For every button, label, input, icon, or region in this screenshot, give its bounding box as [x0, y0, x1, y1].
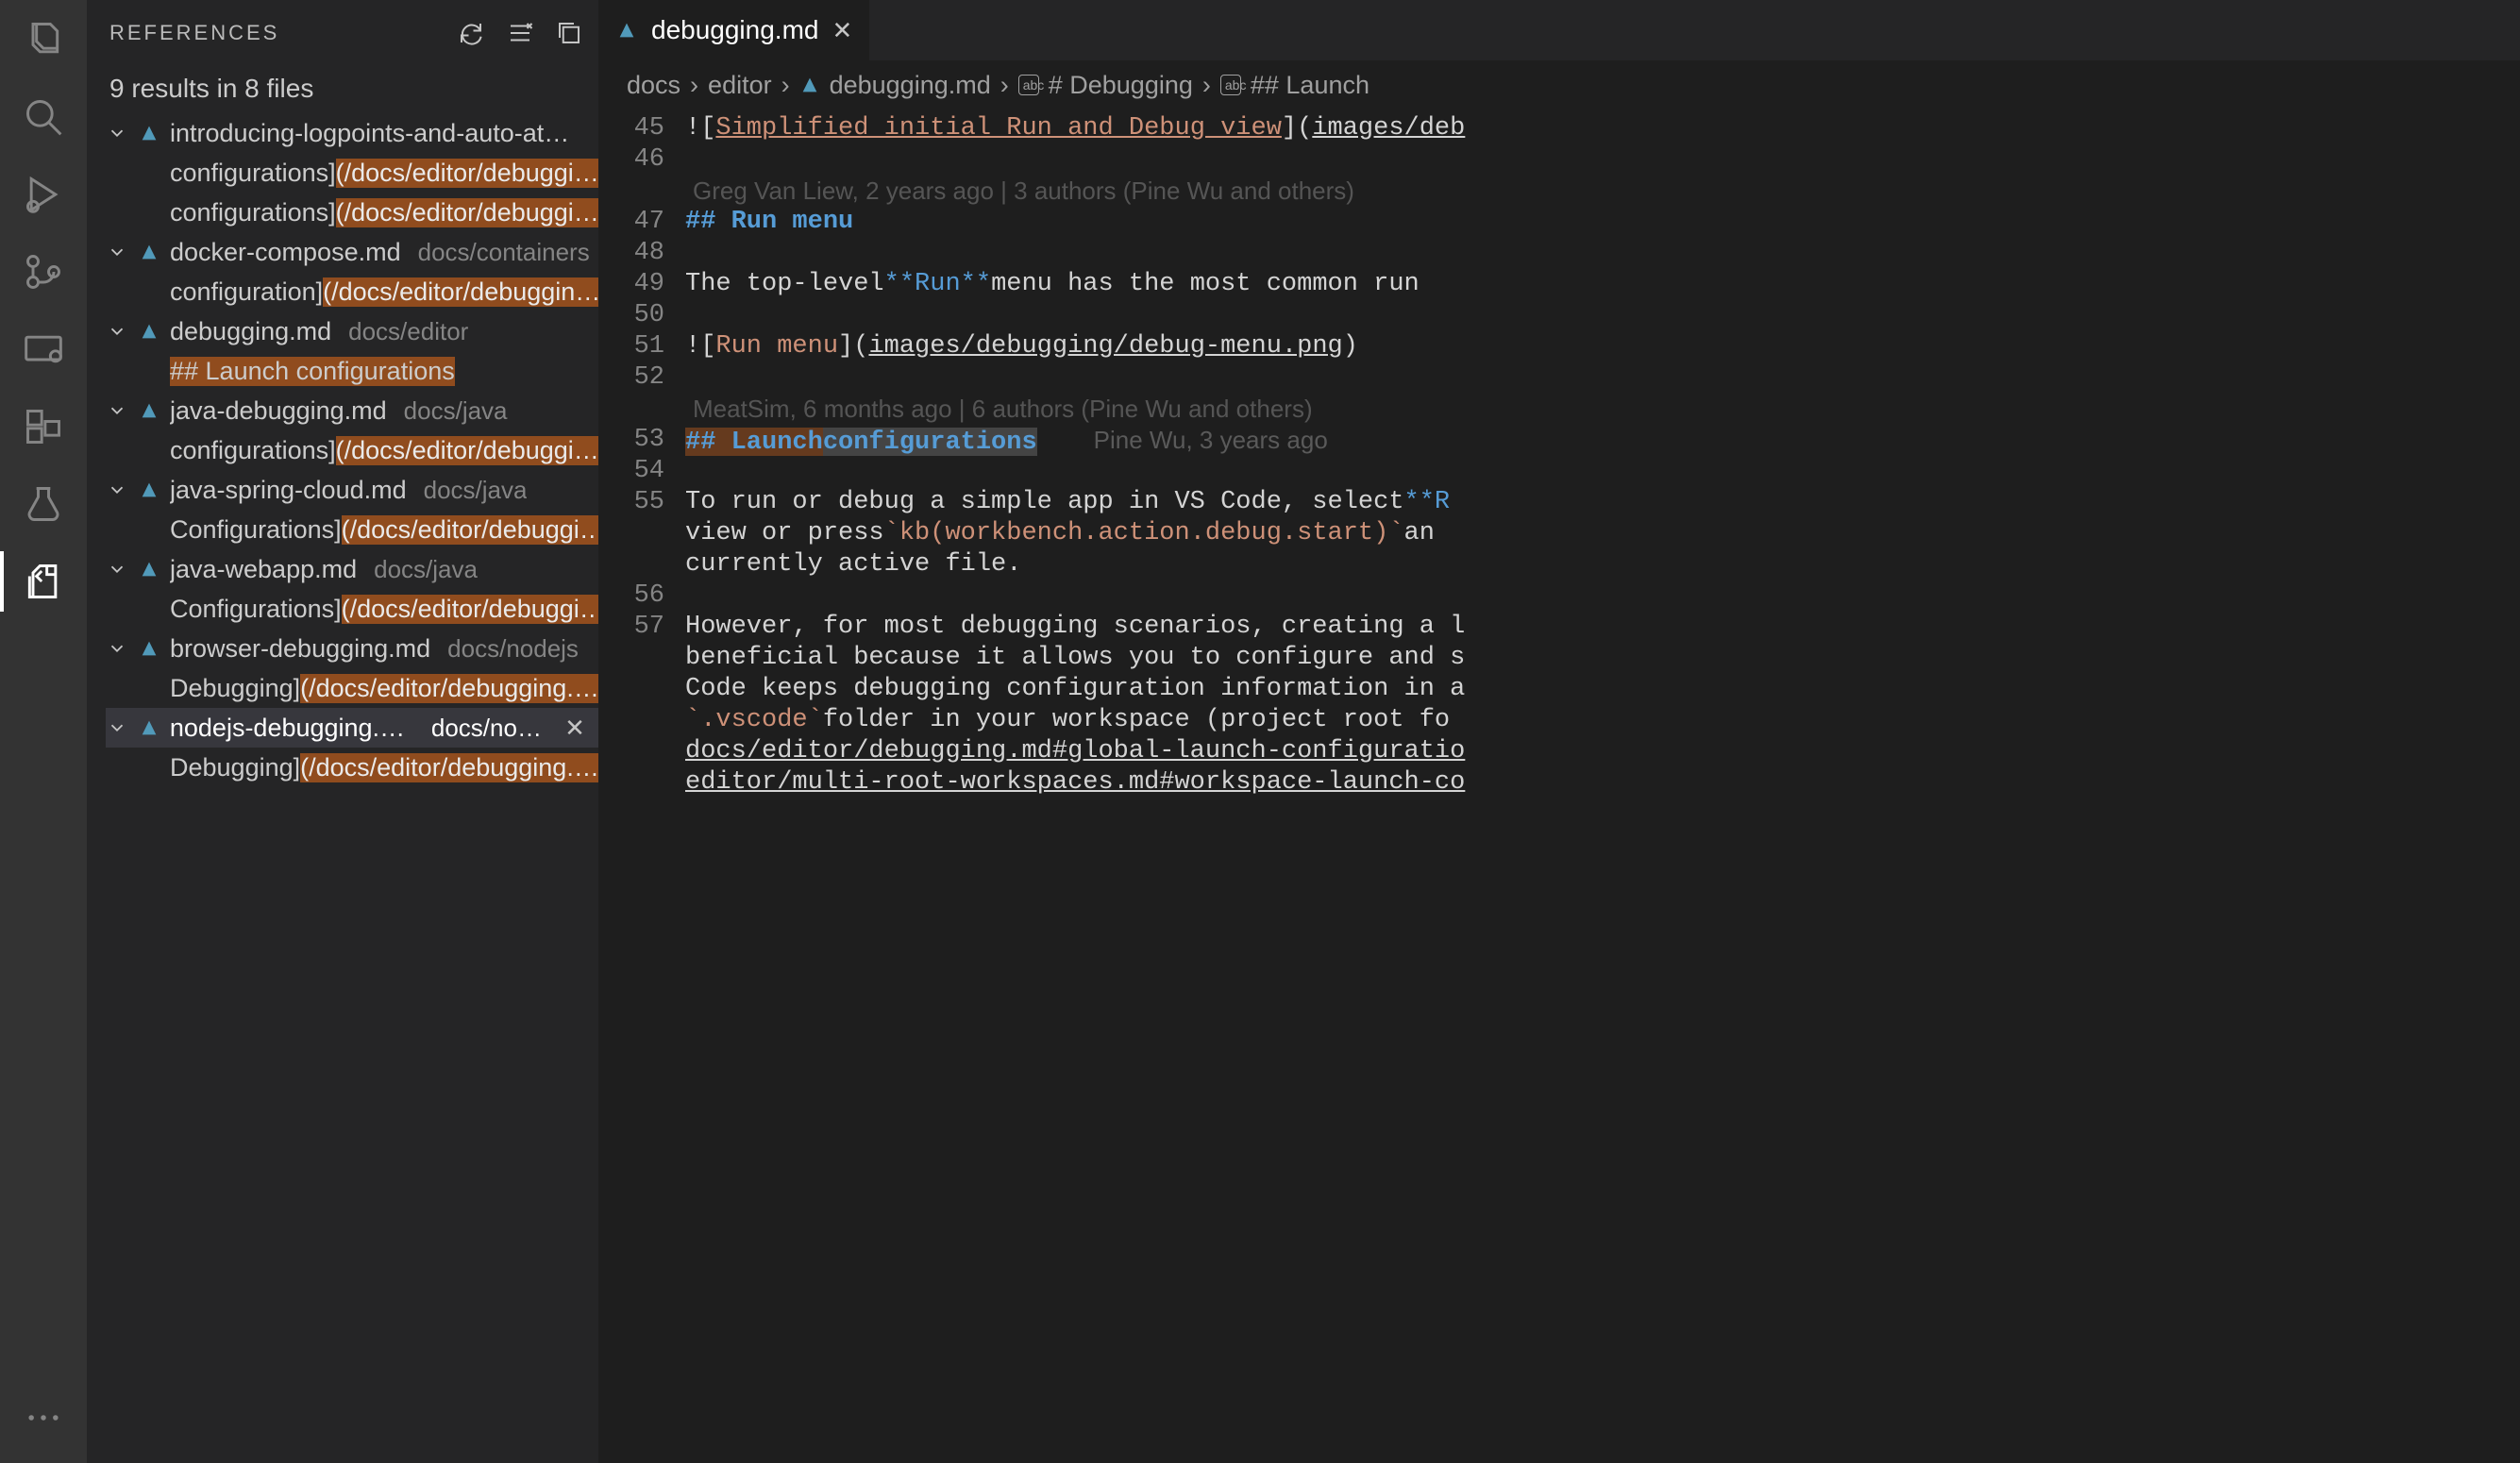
- new-window-icon[interactable]: [555, 19, 583, 47]
- reference-match[interactable]: Configurations](/docs/editor/debuggi…: [106, 510, 598, 549]
- breadcrumb-segment[interactable]: # Debugging: [1049, 71, 1193, 100]
- markdown-icon: [138, 122, 160, 144]
- remote-icon[interactable]: [17, 323, 70, 376]
- reference-match[interactable]: configuration](/docs/editor/debuggin…: [106, 272, 598, 311]
- markdown-icon: [138, 558, 160, 580]
- markdown-icon: [615, 19, 638, 42]
- breadcrumb-segment[interactable]: ## Launch: [1251, 71, 1369, 100]
- markdown-icon: [138, 241, 160, 263]
- search-icon[interactable]: [17, 91, 70, 143]
- tab-bar: debugging.md ✕: [598, 0, 2520, 60]
- reference-file[interactable]: java-debugging.md docs/java: [106, 391, 598, 430]
- markdown-icon: [138, 479, 160, 501]
- explorer-icon[interactable]: [17, 13, 70, 66]
- markdown-icon: [138, 399, 160, 422]
- references-tree: introducing-logpoints-and-auto-at… confi…: [87, 113, 598, 1463]
- extensions-icon[interactable]: [17, 400, 70, 453]
- results-summary: 9 results in 8 files: [87, 66, 598, 113]
- reference-file[interactable]: nodejs-debugging.md docs/nod… ✕: [106, 708, 598, 748]
- reference-match[interactable]: configurations](/docs/editor/debuggi…: [106, 193, 598, 232]
- line-gutter: 45 46 47 48 49 50 51 52 53 54 55 56 57: [598, 109, 685, 1463]
- chevron-down-icon[interactable]: [106, 558, 128, 580]
- close-icon[interactable]: ✕: [564, 714, 585, 743]
- markdown-icon: [138, 637, 160, 660]
- chevron-down-icon[interactable]: [106, 479, 128, 501]
- editor-body[interactable]: 45 46 47 48 49 50 51 52 53 54 55 56 57: [598, 109, 2520, 1463]
- breadcrumb-segment[interactable]: debugging.md: [830, 71, 991, 100]
- heading-icon: abc: [1220, 75, 1241, 95]
- run-debug-icon[interactable]: [17, 168, 70, 221]
- references-icon[interactable]: [17, 555, 70, 608]
- source-control-icon[interactable]: [17, 245, 70, 298]
- refresh-icon[interactable]: [457, 19, 485, 47]
- reference-file[interactable]: browser-debugging.md docs/nodejs: [106, 629, 598, 668]
- editor-area: debugging.md ✕ docs › editor › debugging…: [598, 0, 2520, 1463]
- markdown-icon: [138, 320, 160, 343]
- chevron-down-icon[interactable]: [106, 122, 128, 144]
- reference-match[interactable]: Configurations](/docs/editor/debuggi…: [106, 589, 598, 629]
- editor-tab[interactable]: debugging.md ✕: [598, 0, 869, 60]
- activity-bar: [0, 0, 87, 1463]
- reference-file[interactable]: docker-compose.md docs/containers: [106, 232, 598, 272]
- reference-file[interactable]: java-spring-cloud.md docs/java: [106, 470, 598, 510]
- chevron-down-icon[interactable]: [106, 399, 128, 422]
- reference-match[interactable]: Debugging](/docs/editor/debugging.…: [106, 668, 598, 708]
- chevron-down-icon[interactable]: [106, 320, 128, 343]
- markdown-icon: [138, 716, 160, 739]
- reference-match[interactable]: configurations](/docs/editor/debuggi…: [106, 430, 598, 470]
- chevron-down-icon[interactable]: [106, 637, 128, 660]
- markdown-icon: [799, 75, 820, 95]
- references-sidebar: REFERENCES 9 results in 8 files introduc…: [87, 0, 598, 1463]
- sidebar-title: REFERENCES: [109, 21, 457, 45]
- reference-match[interactable]: ## Launch configurations: [106, 351, 598, 391]
- gitlens-annotation: Greg Van Liew, 2 years ago | 3 authors (…: [685, 176, 1354, 207]
- heading-icon: abc: [1018, 75, 1039, 95]
- close-icon[interactable]: ✕: [832, 16, 852, 45]
- reference-file[interactable]: introducing-logpoints-and-auto-at…: [106, 113, 598, 153]
- chevron-down-icon[interactable]: [106, 241, 128, 263]
- chevron-down-icon[interactable]: [106, 716, 128, 739]
- breadcrumb-segment[interactable]: editor: [708, 71, 772, 100]
- more-icon[interactable]: [17, 1391, 70, 1444]
- reference-file[interactable]: debugging.md docs/editor: [106, 311, 598, 351]
- breadcrumb-segment[interactable]: docs: [627, 71, 680, 100]
- testing-icon[interactable]: [17, 478, 70, 530]
- breadcrumb[interactable]: docs › editor › debugging.md › abc # Deb…: [598, 60, 2520, 109]
- clear-icon[interactable]: [506, 19, 534, 47]
- reference-match[interactable]: Debugging](/docs/editor/debugging.…: [106, 748, 598, 787]
- reference-file[interactable]: java-webapp.md docs/java: [106, 549, 598, 589]
- gitlens-inline: Pine Wu, 3 years ago: [1094, 425, 1328, 456]
- reference-match[interactable]: configurations](/docs/editor/debuggi…: [106, 153, 598, 193]
- gitlens-annotation: MeatSim, 6 months ago | 6 authors (Pine …: [685, 394, 1313, 425]
